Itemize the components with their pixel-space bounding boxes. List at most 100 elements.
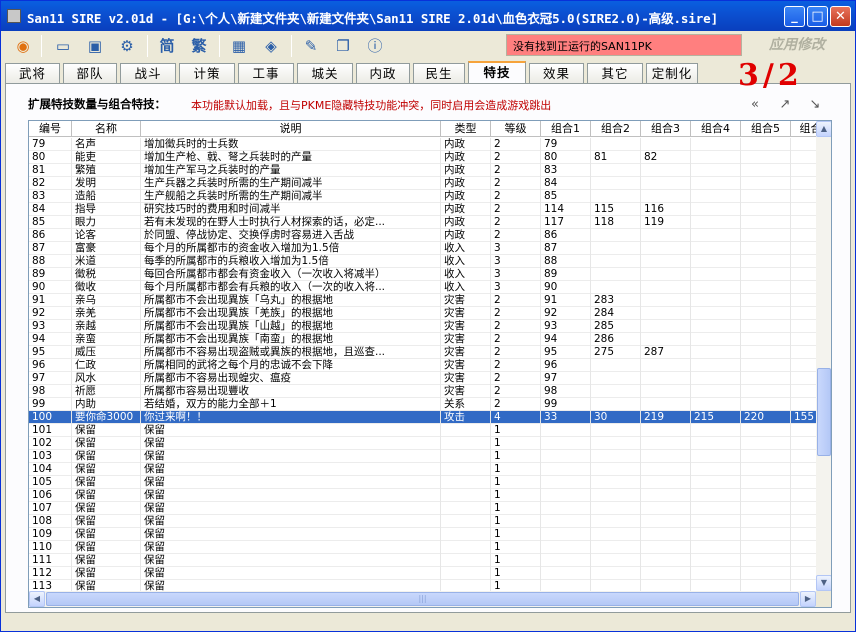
export-icon[interactable]: ↗	[776, 96, 794, 114]
table-cell[interactable]	[741, 528, 791, 541]
table-cell[interactable]	[791, 528, 816, 541]
table-row[interactable]: 97 风水 所属都市不容易出现蝗灾、瘟疫 灾害 2 97	[29, 372, 816, 385]
table-cell[interactable]	[641, 320, 691, 333]
table-row[interactable]: 96 仁政 所属相同的武将之每个月的忠诚不会下降 灾害 2 96	[29, 359, 816, 372]
table-cell[interactable]: 灾害	[441, 385, 491, 398]
table-cell[interactable]	[691, 216, 741, 229]
table-cell[interactable]: 米道	[72, 255, 141, 268]
table-row[interactable]: 80 能吏 增加生产枪、戟、弩之兵装时的产量 内政 2 80 81 82	[29, 151, 816, 164]
info-icon[interactable]: ⓘ	[363, 34, 387, 58]
table-cell[interactable]: 2	[491, 216, 541, 229]
table-cell[interactable]	[641, 385, 691, 398]
table-cell[interactable]	[541, 580, 591, 591]
table-cell[interactable]	[791, 333, 816, 346]
table-cell[interactable]: 生产兵器之兵装时所需的生产期间减半	[141, 177, 441, 190]
table-cell[interactable]: 亲蛮	[72, 333, 141, 346]
table-cell[interactable]: 92	[29, 307, 72, 320]
table-cell[interactable]	[691, 333, 741, 346]
table-cell[interactable]: 215	[691, 411, 741, 424]
table-row[interactable]: 98 祈愿 所属都市容易出现豐收 灾害 2 98	[29, 385, 816, 398]
table-cell[interactable]: 89	[541, 268, 591, 281]
table-cell[interactable]	[741, 502, 791, 515]
table-cell[interactable]: 保留	[72, 528, 141, 541]
table-cell[interactable]	[641, 567, 691, 580]
table-cell[interactable]: 生产舰船之兵装时所需的生产期间减半	[141, 190, 441, 203]
app-icon[interactable]	[7, 9, 21, 23]
table-cell[interactable]: 所属都市不容易出现蝗灾、瘟疫	[141, 372, 441, 385]
table-cell[interactable]	[791, 580, 816, 591]
table-cell[interactable]	[791, 138, 816, 151]
table-cell[interactable]	[541, 489, 591, 502]
table-cell[interactable]: 80	[541, 151, 591, 164]
table-cell[interactable]	[791, 268, 816, 281]
table-cell[interactable]	[591, 463, 641, 476]
tab-9[interactable]: 效果	[529, 63, 584, 83]
table-cell[interactable]: 1	[491, 489, 541, 502]
settings-icon[interactable]: ⚙	[115, 34, 139, 58]
table-cell[interactable]: 1	[491, 515, 541, 528]
edit-icon[interactable]: ✎	[299, 34, 323, 58]
table-cell[interactable]: 97	[29, 372, 72, 385]
table-row[interactable]: 95 威压 所属都市不容易出现盗贼或異族的根据地，且巡查... 灾害 2 95 275 287	[29, 346, 816, 359]
table-row[interactable]: 83 造船 生产舰船之兵装时所需的生产期间减半 内政 2 85	[29, 190, 816, 203]
table-cell[interactable]	[691, 203, 741, 216]
table-cell[interactable]	[591, 385, 641, 398]
table-cell[interactable]	[741, 476, 791, 489]
table-cell[interactable]: 每个月所属都市都会有兵粮的收入（一次的收入将...	[141, 281, 441, 294]
table-cell[interactable]	[791, 281, 816, 294]
table-cell[interactable]	[741, 424, 791, 437]
table-cell[interactable]	[441, 450, 491, 463]
table-cell[interactable]: 所属都市不会出现異族「山越」的根据地	[141, 320, 441, 333]
table-cell[interactable]	[791, 424, 816, 437]
table-cell[interactable]	[641, 437, 691, 450]
table-cell[interactable]	[441, 515, 491, 528]
maximize-button[interactable]: □	[807, 6, 828, 27]
table-cell[interactable]	[641, 515, 691, 528]
table-cell[interactable]	[441, 541, 491, 554]
table-cell[interactable]: 灾害	[441, 294, 491, 307]
table-cell[interactable]: 於同盟、停战协定、交换俘虏时容易进入舌战	[141, 229, 441, 242]
table-cell[interactable]: 保留	[72, 450, 141, 463]
table-cell[interactable]	[691, 320, 741, 333]
table-row[interactable]: 86 论客 於同盟、停战协定、交换俘虏时容易进入舌战 内政 2 86	[29, 229, 816, 242]
tab-2[interactable]: 战斗	[120, 63, 176, 83]
table-cell[interactable]	[591, 528, 641, 541]
table-cell[interactable]: 118	[591, 216, 641, 229]
table-cell[interactable]: 114	[541, 203, 591, 216]
table-cell[interactable]: 每个月的所属都市的资金收入增加为1.5倍	[141, 242, 441, 255]
table-cell[interactable]: 造船	[72, 190, 141, 203]
table-cell[interactable]	[691, 463, 741, 476]
table-cell[interactable]	[741, 164, 791, 177]
table-cell[interactable]: 2	[491, 229, 541, 242]
table-cell[interactable]: 2	[491, 151, 541, 164]
table-cell[interactable]: 2	[491, 294, 541, 307]
table-cell[interactable]	[741, 229, 791, 242]
table-cell[interactable]: 91	[29, 294, 72, 307]
rewind-icon[interactable]: «	[746, 96, 764, 114]
table-row[interactable]: 90 徵收 每个月所属都市都会有兵粮的收入（一次的收入将... 收入 3 90	[29, 281, 816, 294]
table-row[interactable]: 91 亲乌 所属都市不会出现異族「乌丸」的根据地 灾害 2 91 283	[29, 294, 816, 307]
table-cell[interactable]	[741, 320, 791, 333]
table-cell[interactable]	[691, 177, 741, 190]
table-cell[interactable]: 内政	[441, 151, 491, 164]
table-cell[interactable]	[691, 476, 741, 489]
table-cell[interactable]: 4	[491, 411, 541, 424]
table-cell[interactable]	[791, 307, 816, 320]
table-cell[interactable]	[691, 489, 741, 502]
table-cell[interactable]: 保留	[72, 476, 141, 489]
table-cell[interactable]	[691, 515, 741, 528]
table-cell[interactable]: 保留	[72, 424, 141, 437]
table-cell[interactable]	[691, 268, 741, 281]
table-cell[interactable]	[591, 567, 641, 580]
table-cell[interactable]: 1	[491, 502, 541, 515]
table-cell[interactable]	[641, 281, 691, 294]
table-cell[interactable]	[791, 541, 816, 554]
table-cell[interactable]	[691, 190, 741, 203]
tab-7[interactable]: 民生	[413, 63, 465, 83]
table-cell[interactable]: 2	[491, 372, 541, 385]
table-cell[interactable]: 保留	[72, 567, 141, 580]
table-cell[interactable]: 指导	[72, 203, 141, 216]
tab-6[interactable]: 内政	[356, 63, 410, 83]
table-cell[interactable]: 保留	[141, 528, 441, 541]
table-cell[interactable]: 3	[491, 242, 541, 255]
